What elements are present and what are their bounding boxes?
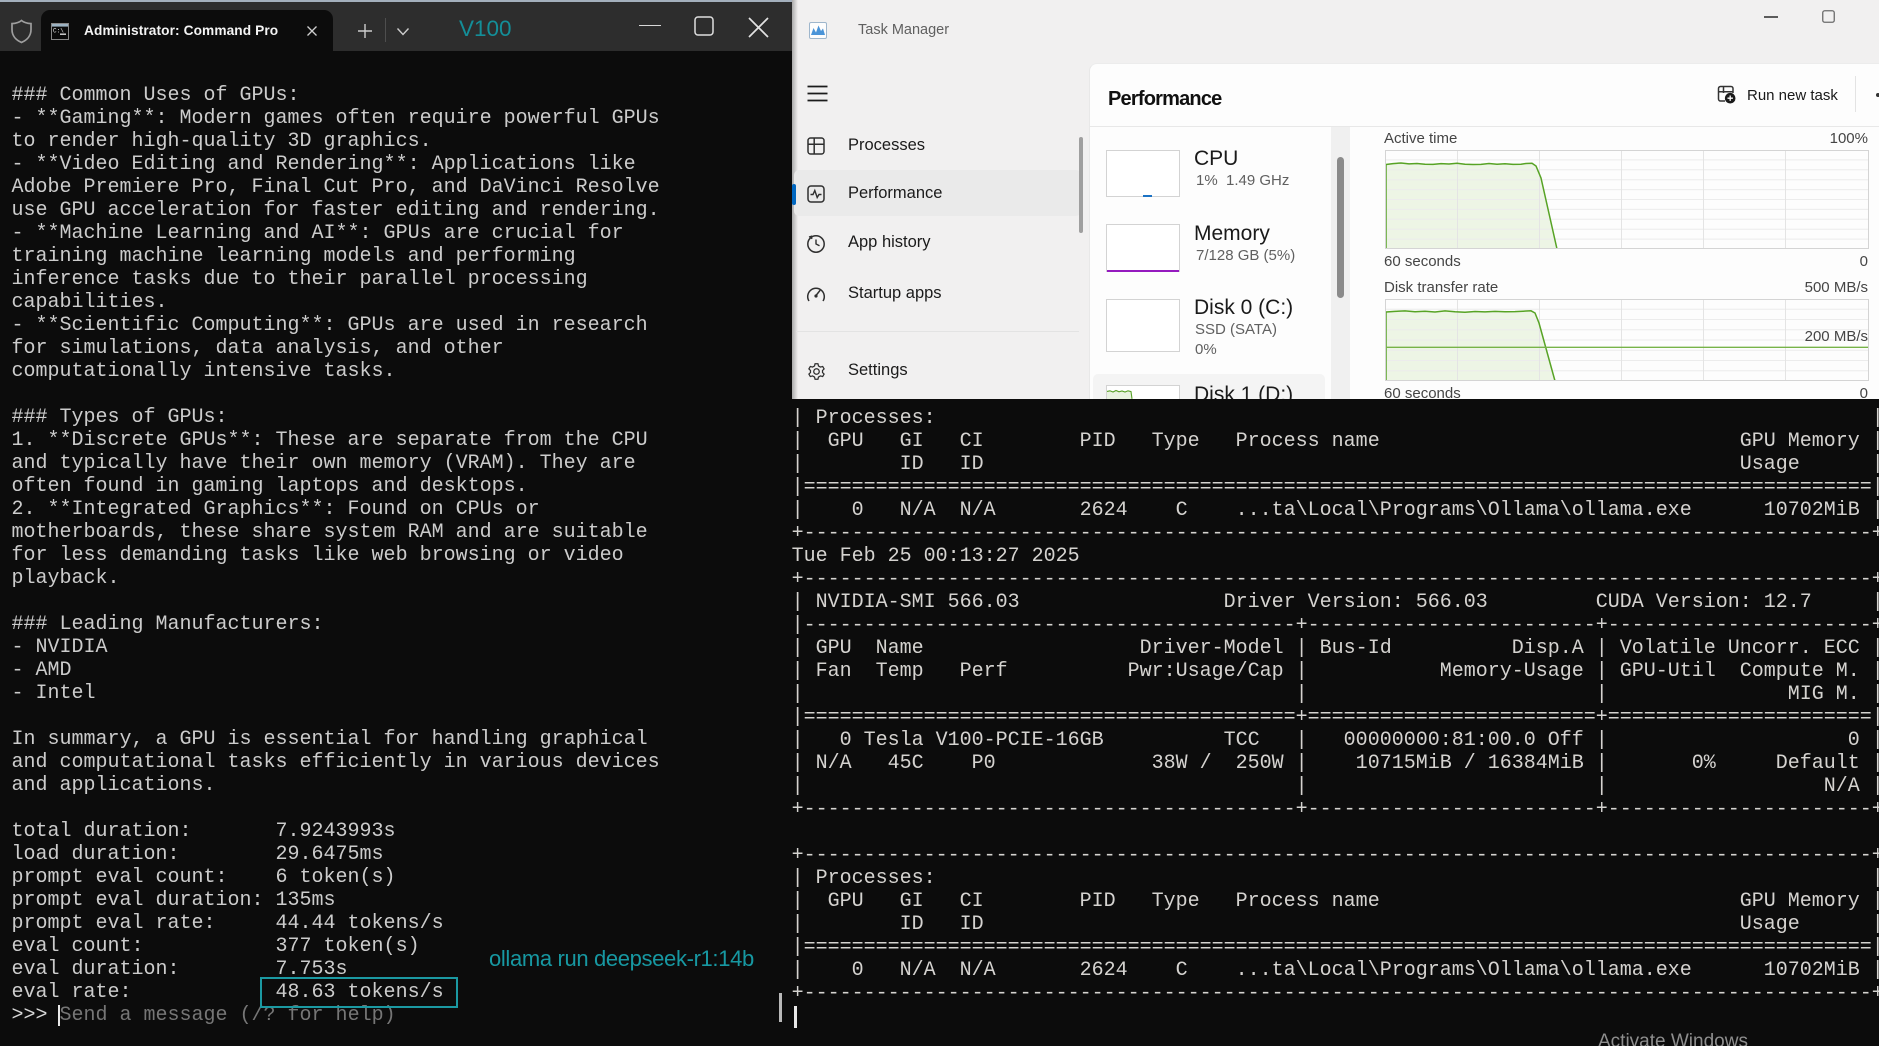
svg-text:C:\: C:\ (53, 28, 64, 35)
